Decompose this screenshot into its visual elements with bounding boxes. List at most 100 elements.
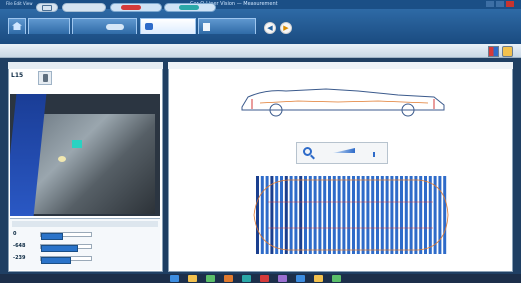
meas-bar-1 [41,233,63,240]
measurement-stripe [352,176,355,254]
measure-icon[interactable] [242,275,251,282]
measurement-stripe [404,176,408,254]
explorer-icon[interactable] [188,275,197,282]
measurement-panel: 0 -648 -239 [10,218,160,270]
measurement-stripe [342,176,346,254]
car-top-icon [179,5,199,10]
tool-icon[interactable] [296,275,305,282]
measurement-stripe [376,176,379,254]
meas-track-2 [40,244,92,252]
point-label: L15 [11,72,24,79]
tab-report[interactable] [198,18,256,34]
meas-value-1: 0 [13,231,17,237]
close-button[interactable] [506,1,514,7]
capture-button[interactable] [38,71,52,85]
tab-vehicle[interactable] [28,18,70,34]
camera-icon[interactable] [260,275,269,282]
measurement-stripe [395,176,399,254]
measurement-target-marker [72,140,82,148]
folder-icon[interactable] [278,275,287,282]
arrow-right-icon: ▶ [283,24,289,32]
measurement-stripe [424,176,427,254]
measurement-stripe [409,176,413,254]
car-top-diagram[interactable] [248,172,453,258]
forward-button[interactable]: ▶ [280,22,292,34]
meas-bar-2 [41,245,78,252]
zoom-indicator [373,152,375,157]
measurement-stripe [371,176,375,254]
measurement-stripe [356,176,360,254]
view-toolbar [0,44,521,58]
measurement-stripe [385,176,389,254]
settings-icon[interactable] [502,46,513,57]
meas-track-1 [40,232,92,240]
meas-value-2: -648 [13,243,26,249]
home-icon [12,22,22,30]
meas-value-3: -239 [13,255,26,261]
measurement-stripe [414,176,418,254]
zoom-handle [310,154,315,160]
grid-view-icon[interactable] [488,46,499,57]
measurement-stripe [294,176,298,254]
measurement-stripe [308,176,312,254]
measurement-stripe [318,176,322,254]
camera-image [30,114,155,214]
top-view-button[interactable] [164,3,216,12]
measurement-stripe [328,176,331,254]
diagram-panel-tabs [168,62,513,69]
measurement-stripe [323,176,327,254]
tab-measure[interactable] [140,18,196,34]
measurement-stripe [433,176,437,254]
settings-icon[interactable] [314,275,323,282]
zoom-control[interactable] [296,142,388,164]
measurement-stripe [270,176,274,254]
measurement-stripe [260,176,264,254]
measurement-stripe [419,176,423,254]
meas-track-3 [40,256,92,264]
measurement-stripes [256,176,447,254]
maximize-button[interactable] [496,1,504,7]
meas-bar-3 [41,257,71,264]
help-icon[interactable] [332,275,341,282]
camera-feed[interactable] [10,94,160,216]
measurement-stripe [361,176,365,254]
measurement-stripe [443,176,447,254]
camera-view-button[interactable] [36,3,58,12]
measurement-stripe [256,176,259,254]
measurement-stripe [337,176,341,254]
measurement-stripe [347,176,351,254]
car-side-diagram[interactable] [238,83,448,117]
measurement-stripe [428,176,432,254]
start-icon[interactable] [170,275,179,282]
window-menu[interactable]: File Edit View [6,2,32,6]
vehicle-tab-icon [106,24,124,30]
measurement-stripe [366,176,370,254]
measurement-stripe [438,176,442,254]
measurement-stripe [400,176,403,254]
view-option-button[interactable] [62,3,106,12]
camera-hotspot [58,156,66,162]
tab-home[interactable] [8,18,26,34]
tab-vehicle-2[interactable] [72,18,137,34]
zoom-slider[interactable] [333,148,355,153]
arrow-left-icon: ◀ [267,24,273,32]
camera-icon [42,5,52,11]
measurement-stripe [332,176,336,254]
minimize-button[interactable] [486,1,494,7]
back-button[interactable]: ◀ [264,22,276,34]
measurement-stripe [304,176,307,254]
camera-panel-tabs [8,62,163,69]
measurement-stripe [390,176,394,254]
measurement-stripe [289,176,293,254]
car-side-icon [121,5,141,10]
measurement-stripe [280,176,283,254]
browser-icon[interactable] [206,275,215,282]
measurement-stripe [275,176,279,254]
side-view-button[interactable] [110,3,162,12]
measurement-panel-header [12,221,158,227]
probe-icon [43,74,48,82]
measurement-stripe [284,176,288,254]
measure-tab-icon [145,23,153,30]
app-icon[interactable] [224,275,233,282]
report-tab-icon [203,23,210,31]
